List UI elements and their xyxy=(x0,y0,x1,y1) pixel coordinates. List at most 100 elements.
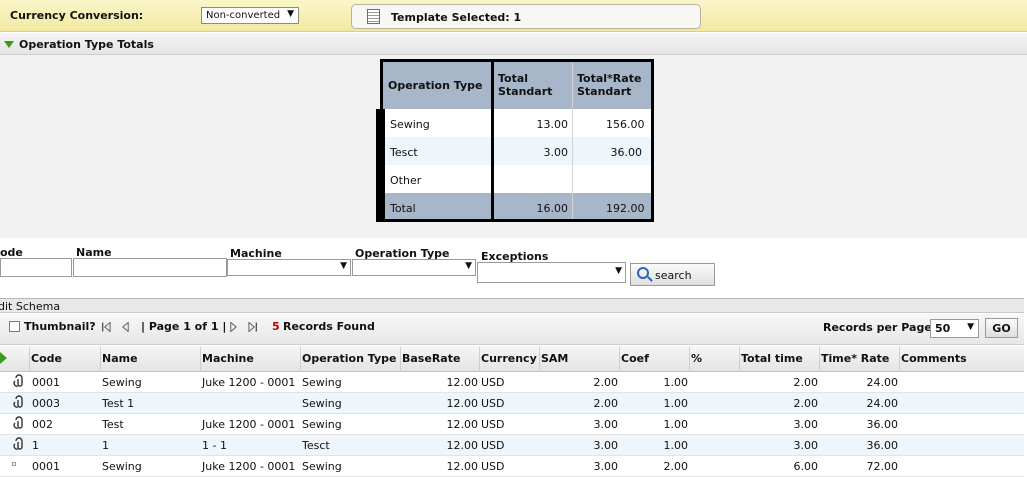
table-row[interactable]: 0001 Sewing Juke 1200 - 0001 Sewing 12.0… xyxy=(0,456,1024,477)
cell-coef: 1.00 xyxy=(663,397,689,410)
column-header-sam[interactable]: SAM xyxy=(541,352,568,365)
cell-code: 0001 xyxy=(32,460,60,473)
cell-code: 1 xyxy=(32,439,39,452)
column-header-baserate[interactable]: BaseRate xyxy=(402,352,460,365)
cell-total-time: 2.00 xyxy=(793,376,819,389)
go-button[interactable]: GO xyxy=(985,318,1018,338)
search-button[interactable]: search xyxy=(630,263,715,286)
machine-filter-select[interactable]: ▼ xyxy=(227,259,351,276)
operation-type-filter-select[interactable]: ▼ xyxy=(352,259,476,276)
table-row[interactable]: 002 Test Juke 1200 - 0001 Sewing 12.00 U… xyxy=(0,414,1024,435)
column-header-total-time[interactable]: Total time xyxy=(741,352,803,365)
cell-currency: USD xyxy=(481,418,505,431)
template-selected-button[interactable]: Template Selected: 1 xyxy=(351,4,701,29)
exceptions-filter-select[interactable]: ▼ xyxy=(477,262,626,283)
column-header-time-rate[interactable]: Time* Rate xyxy=(821,352,889,365)
column-header-operation-type[interactable]: Operation Type xyxy=(302,352,396,365)
column-header-comments[interactable]: Comments xyxy=(901,352,967,365)
previous-page-icon[interactable] xyxy=(121,322,130,332)
cell-time-rate: 24.00 xyxy=(866,397,899,410)
cell-operation-type: Sewing xyxy=(302,418,342,431)
chevron-down-icon: ▼ xyxy=(967,322,974,332)
cell-name: Sewing xyxy=(102,376,142,389)
table-row[interactable]: 0001 Sewing Juke 1200 - 0001 Sewing 12.0… xyxy=(0,372,1024,393)
cell-name: Test xyxy=(102,418,124,431)
expand-triangle-icon[interactable] xyxy=(0,352,7,364)
pager-bar: Thumbnail? | Page 1 of 1 | 5 Records Fou… xyxy=(0,314,1024,345)
cell-name: 1 xyxy=(102,439,109,452)
attachment-icon[interactable] xyxy=(12,374,26,389)
column-header-currency[interactable]: Currency xyxy=(481,352,537,365)
cell-coef: 2.00 xyxy=(663,460,689,473)
column-divider xyxy=(689,347,690,372)
currency-conversion-value: Non-converted xyxy=(206,10,281,21)
cell-name: Test 1 xyxy=(102,397,135,410)
cell-code: 0001 xyxy=(32,376,60,389)
cell-currency: USD xyxy=(481,439,505,452)
row-marker-icon xyxy=(12,462,16,466)
cell-coef: 1.00 xyxy=(663,376,689,389)
search-icon xyxy=(637,267,649,279)
last-page-icon[interactable] xyxy=(248,322,257,332)
column-header-name[interactable]: Name xyxy=(102,352,138,365)
cell-operation-type: Sewing xyxy=(302,460,342,473)
chevron-down-icon: ▼ xyxy=(287,9,294,19)
table-row[interactable]: 0003 Test 1 Sewing 12.00 USD 2.00 1.00 2… xyxy=(0,393,1024,414)
currency-conversion-select[interactable]: Non-converted ▼ xyxy=(201,7,299,24)
cell-currency: USD xyxy=(481,397,505,410)
records-per-page-value: 50 xyxy=(935,322,951,335)
chevron-down-icon: ▼ xyxy=(615,266,622,276)
attachment-icon[interactable] xyxy=(12,437,26,452)
table-border xyxy=(380,59,654,222)
cell-total-time: 6.00 xyxy=(793,460,819,473)
next-page-icon[interactable] xyxy=(229,322,238,332)
template-icon xyxy=(367,9,380,24)
cell-total-time: 3.00 xyxy=(793,439,819,452)
cell-coef: 1.00 xyxy=(663,418,689,431)
grid-header: Code Name Machine Operation Type BaseRat… xyxy=(0,346,1024,372)
cell-baserate: 12.00 xyxy=(446,418,479,431)
column-header-coef[interactable]: Coef xyxy=(621,352,649,365)
column-divider xyxy=(200,347,201,372)
column-divider xyxy=(619,347,620,372)
operation-type-totals-header[interactable]: Operation Type Totals xyxy=(0,33,1027,55)
records-per-page-select[interactable]: 50 ▼ xyxy=(930,319,979,338)
cell-coef: 1.00 xyxy=(663,439,689,452)
cell-sam: 3.00 xyxy=(593,439,619,452)
column-header-code[interactable]: Code xyxy=(31,352,62,365)
cell-baserate: 12.00 xyxy=(446,460,479,473)
attachment-icon[interactable] xyxy=(12,416,26,431)
cell-operation-type: Sewing xyxy=(302,397,342,410)
cell-operation-type: Sewing xyxy=(302,376,342,389)
thumbnail-checkbox[interactable] xyxy=(9,321,20,332)
cell-baserate: 12.00 xyxy=(446,376,479,389)
cell-baserate: 12.00 xyxy=(446,439,479,452)
cell-currency: USD xyxy=(481,460,505,473)
currency-conversion-label: Currency Conversion: xyxy=(10,9,144,22)
attachment-icon[interactable] xyxy=(12,395,26,410)
code-filter-input[interactable] xyxy=(0,258,72,277)
cell-time-rate: 36.00 xyxy=(866,418,899,431)
table-row[interactable]: 1 1 1 - 1 Tesct 12.00 USD 3.00 1.00 3.00… xyxy=(0,435,1024,456)
cell-machine: Juke 1200 - 0001 xyxy=(202,418,296,431)
column-divider xyxy=(479,347,480,372)
cell-machine: Juke 1200 - 0001 xyxy=(202,460,296,473)
column-header-machine[interactable]: Machine xyxy=(202,352,254,365)
column-divider xyxy=(819,347,820,372)
cell-code: 0003 xyxy=(32,397,60,410)
edit-schema-link[interactable]: dit Schema xyxy=(0,298,1024,313)
cell-time-rate: 36.00 xyxy=(866,439,899,452)
page-indicator: | Page 1 of 1 | xyxy=(141,320,227,333)
cell-time-rate: 24.00 xyxy=(866,376,899,389)
cell-code: 002 xyxy=(32,418,53,431)
name-filter-input[interactable] xyxy=(73,258,227,277)
column-divider xyxy=(29,347,30,372)
column-divider xyxy=(539,347,540,372)
first-page-icon[interactable] xyxy=(102,322,111,332)
collapse-triangle-icon[interactable] xyxy=(4,41,14,48)
column-divider xyxy=(400,347,401,372)
column-header-percent[interactable]: % xyxy=(691,352,702,365)
column-divider xyxy=(739,347,740,372)
operation-totals-table: Operation Type Total Standart Total*Rate… xyxy=(376,59,654,222)
cell-total-time: 3.00 xyxy=(793,418,819,431)
